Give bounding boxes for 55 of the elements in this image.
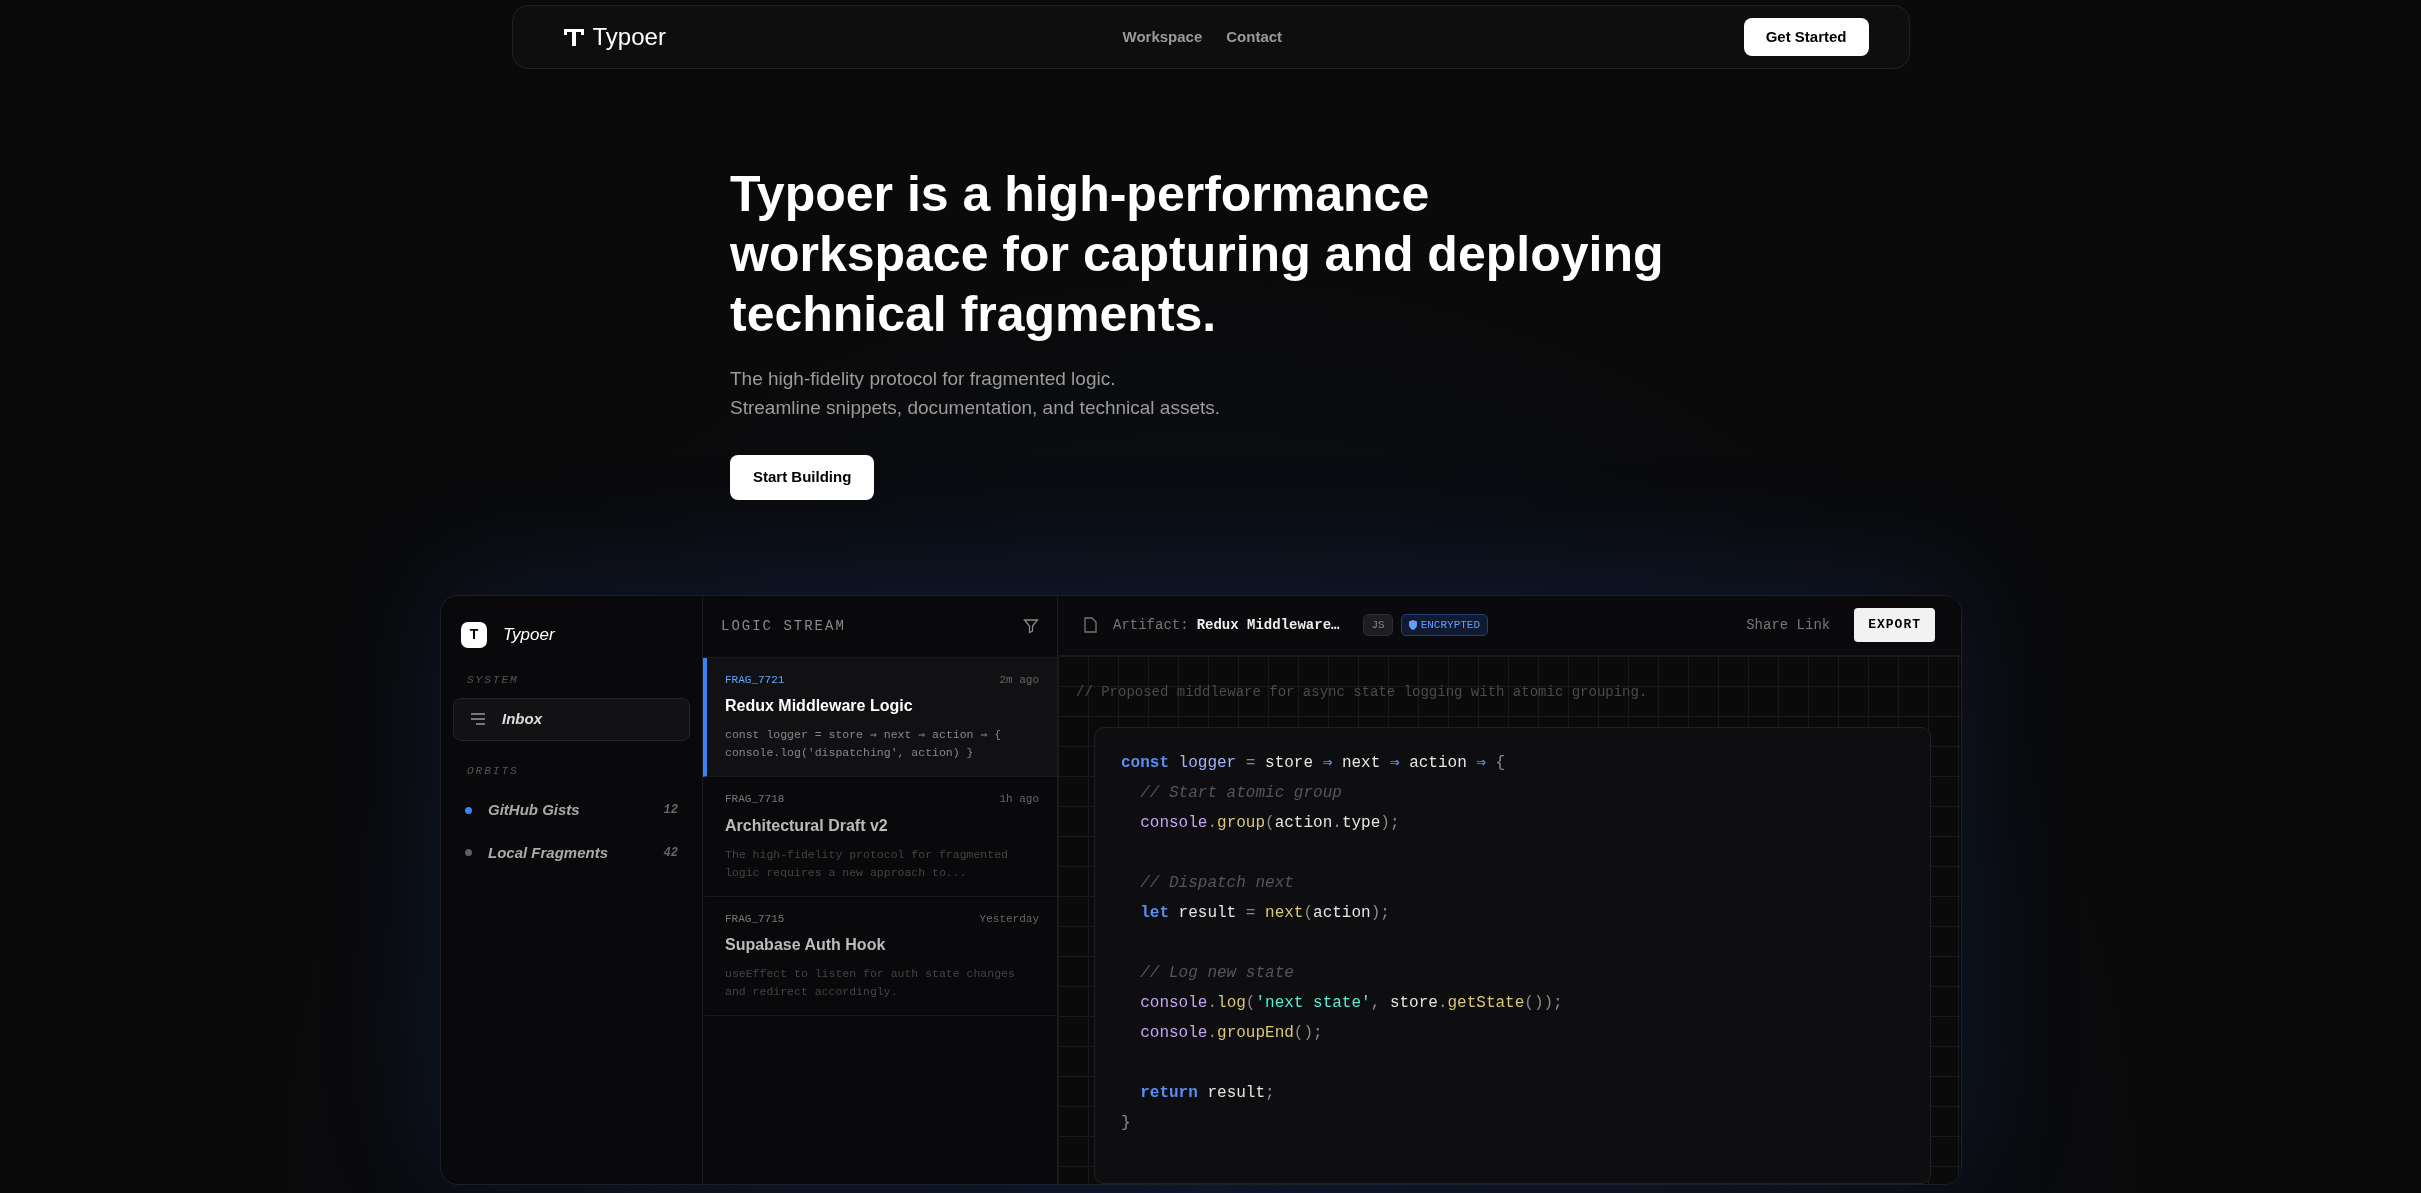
section-label: ORBITS (467, 763, 520, 779)
fragment-id: FRAG_7718 (725, 792, 785, 807)
fragment-time: 1h ago (999, 792, 1039, 807)
sidebar-item[interactable]: GitHub Gists 12 (453, 789, 690, 832)
item-count: 12 (663, 802, 678, 820)
file-icon (1084, 617, 1097, 634)
start-building-button[interactable]: Start Building (730, 455, 875, 500)
fragment-title: Redux Middleware Logic (725, 696, 914, 716)
code-line: } (1121, 1112, 1132, 1134)
tag-badge: JS (1363, 613, 1393, 637)
app-brand-name: Typoer (503, 623, 555, 646)
code-line: // Dispatch next (1139, 872, 1295, 894)
filter-icon[interactable] (1023, 618, 1039, 634)
nav-link[interactable]: Contact (1226, 25, 1283, 49)
code-line: return result; (1139, 1082, 1276, 1104)
get-started-button[interactable]: Get Started (1743, 17, 1869, 57)
code-line: console.group(action.type); (1139, 812, 1401, 834)
fragment-title: Architectural Draft v2 (725, 815, 889, 836)
list-icon (470, 713, 486, 726)
hero-subtitle: The high-fidelity protocol for fragmented logic. (730, 367, 1117, 391)
panel-title: LOGIC STREAM (721, 616, 846, 636)
sidebar-item[interactable]: Local Fragments 42 (453, 831, 690, 874)
fragment-preview: const logger = store ⇒ next ⇒ action ⇒ { console.log('dispatching', action) } (725, 727, 1003, 761)
logo-badge: T (461, 621, 487, 648)
code-line: // Start atomic group (1139, 782, 1343, 804)
tag-badge: ENCRYPTED (1400, 613, 1489, 637)
fragment-title: Supabase Auth Hook (725, 935, 887, 955)
fragment-card[interactable]: FRAG_7718 1h ago Architectural Draft v2 The high-fidelity protocol for fragmented logic requires a new approach to... (703, 777, 1057, 897)
code-line: console.groupEnd(); (1139, 1022, 1324, 1044)
section-label: SYSTEM (467, 672, 520, 688)
code-line: const logger = store ⇒ next ⇒ action ⇒ { (1121, 752, 1507, 774)
code-line: // Log new state (1139, 962, 1295, 984)
fragment-id: FRAG_7721 (725, 672, 785, 688)
logo-icon (562, 27, 585, 47)
fragment-time: 2m ago (999, 672, 1039, 688)
fragment-time: Yesterday (979, 911, 1039, 927)
hero-subtitle: Streamline snippets, documentation, and technical assets. (730, 396, 1222, 420)
shield-icon (1408, 620, 1417, 631)
item-label: GitHub Gists (488, 800, 581, 820)
code-line: console.log('next state', store.getState()); (1139, 992, 1564, 1014)
nav-link[interactable]: Workspace (1122, 25, 1203, 49)
fragment-card[interactable]: FRAG_7721 2m ago Redux Middleware Logic const logger = store ⇒ next ⇒ action ⇒ { console.log('dispatching', action) } (703, 657, 1057, 777)
item-label: Local Fragments (488, 842, 610, 863)
artifact-label: Artifact: (1113, 615, 1189, 635)
share-link[interactable]: Share Link (1746, 614, 1831, 636)
item-count: 42 (663, 844, 678, 862)
export-button[interactable]: EXPORT (1854, 608, 1935, 642)
fragment-id: FRAG_7715 (725, 911, 785, 927)
code-line: let result = next(action); (1139, 902, 1391, 924)
artifact-name: Redux Middleware… (1196, 615, 1340, 635)
hero-heading: Typoer is a high-performance workspace for capturing and deploying technical fragments. (730, 165, 1665, 344)
brand-name: Typoer (592, 22, 666, 52)
sidebar-item[interactable]: Inbox (453, 698, 690, 741)
code-comment: // Proposed middleware for async state logging with atomic grouping. (1076, 682, 1649, 702)
fragment-preview: The high-fidelity protocol for fragmented logic requires a new approach to... (725, 846, 1009, 881)
